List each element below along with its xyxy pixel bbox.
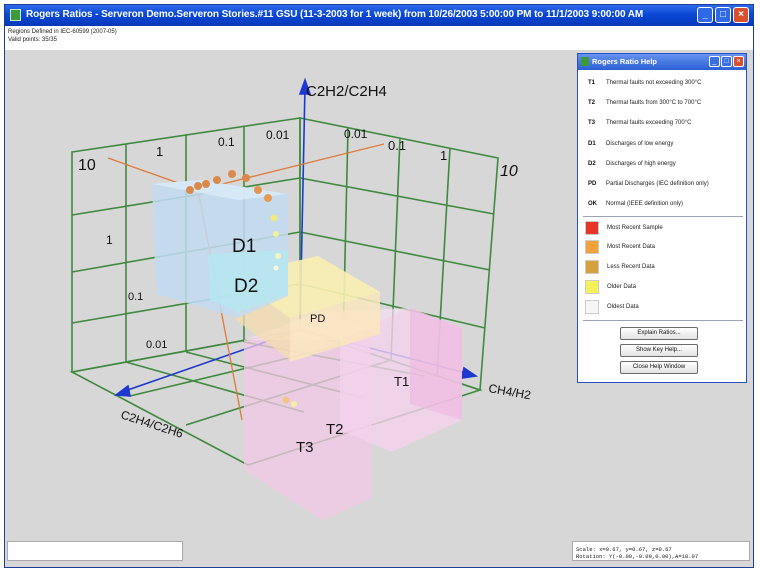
- code-label: T3: [588, 120, 596, 126]
- code-description: Discharges of high energy: [606, 161, 676, 167]
- sample-point: [291, 401, 297, 407]
- legend-row: Older Data: [585, 280, 636, 294]
- legend-row: Most Recent Sample: [585, 221, 663, 235]
- code-label: T1: [588, 80, 596, 86]
- sample-point: [270, 214, 278, 222]
- legend-swatch: [585, 260, 599, 274]
- region-label-d1: D1: [232, 236, 256, 257]
- close-help-window-button[interactable]: Close Help Window: [620, 361, 698, 374]
- sample-point: [273, 265, 279, 271]
- legend-row: Less Recent Data: [585, 260, 655, 274]
- help-app-icon: [581, 57, 589, 66]
- legend-swatch: [585, 300, 599, 314]
- code-row-d2: D2 Discharges of high energy: [588, 158, 676, 170]
- region-label-t3: T3: [296, 439, 314, 456]
- sample-point: [228, 170, 236, 178]
- tick-label: 1: [156, 144, 163, 159]
- code-description: Thermal faults not exceeding 300°C: [606, 80, 702, 86]
- tick-label: 0.1: [128, 291, 143, 303]
- tick-label: 0.01: [344, 127, 368, 141]
- help-title: Rogers Ratio Help: [592, 57, 658, 66]
- legend-label: Most Recent Data: [607, 244, 656, 250]
- region-label-d2: D2: [234, 276, 258, 297]
- legend-label: Less Recent Data: [607, 264, 655, 270]
- region-label-t2: T2: [326, 421, 344, 438]
- explain-ratios-button[interactable]: Explain Ratios...: [620, 327, 698, 340]
- legend-label: Oldest Data: [607, 304, 639, 310]
- axis-label-c2h4-c2h6: C2H4/C2H6: [119, 408, 185, 441]
- sample-point: [202, 180, 210, 188]
- code-label: D1: [588, 141, 596, 147]
- axis-label-ch4-h2: CH4/H2: [487, 381, 532, 402]
- code-row-t1: T1 Thermal faults not exceeding 300°C: [588, 77, 701, 89]
- tick-label: 0.1: [388, 138, 406, 153]
- help-maximize-button[interactable]: □: [721, 56, 732, 67]
- legend-row: Oldest Data: [585, 300, 639, 314]
- help-close-button[interactable]: ×: [733, 56, 744, 67]
- legend-swatch: [585, 280, 599, 294]
- help-title-bar[interactable]: Rogers Ratio Help _ □ ×: [578, 54, 746, 70]
- sample-point: [186, 186, 194, 194]
- code-label: D2: [588, 161, 596, 167]
- status-field-right: Scale: x=0.67, y=0.67, z=0.67 Rotation: …: [572, 541, 750, 561]
- tick-label: 1: [106, 233, 113, 247]
- legend-row: Most Recent Data: [585, 240, 655, 254]
- tick-label: 0.01: [266, 128, 290, 142]
- legend-swatch: [585, 240, 599, 254]
- sample-point: [242, 174, 250, 182]
- tick-label: 1: [440, 148, 447, 163]
- legend-label: Older Data: [607, 284, 637, 290]
- code-row-d1: D1 Discharges of low energy: [588, 138, 673, 150]
- show-key-help-button[interactable]: Show Key Help...: [620, 344, 698, 357]
- scale-readout: Scale: x=0.67, y=0.67, z=0.67: [576, 546, 672, 553]
- sample-point: [264, 194, 272, 202]
- code-label: T2: [588, 100, 596, 106]
- code-row-ok: OK Normal (IEEE definition only): [588, 198, 683, 210]
- legend-swatch: [585, 221, 599, 235]
- tick-label: 10: [78, 157, 96, 174]
- code-row-t3: T3 Thermal faults exceeding 700°C: [588, 117, 691, 129]
- tick-label: 0.1: [218, 135, 235, 149]
- status-field-left: [7, 541, 183, 561]
- rotation-readout: Rotation: Y(-0.00,-0.00,0.00),A=18.07: [576, 553, 699, 560]
- legend-label: Most Recent Sample: [607, 225, 663, 231]
- sample-point: [273, 231, 279, 237]
- sample-point: [213, 176, 221, 184]
- sample-point: [282, 396, 290, 404]
- axis-label-c2h2-c2h4: C2H2/C2H4: [306, 83, 387, 100]
- region-label-t1: T1: [394, 374, 409, 389]
- code-row-t2: T2 Thermal faults from 300°C to 700°C: [588, 97, 701, 109]
- region-label-pd: PD: [310, 313, 325, 325]
- divider: [583, 216, 743, 217]
- sample-point: [194, 182, 202, 190]
- help-minimize-button[interactable]: _: [709, 56, 720, 67]
- tick-label: 10: [500, 163, 518, 180]
- code-row-pd: PD Partial Discharges (IEC definition on…: [588, 178, 709, 190]
- help-window: Rogers Ratio Help _ □ × T1 Thermal fault…: [577, 53, 747, 383]
- code-description: Discharges of low energy: [606, 141, 674, 147]
- code-description: Partial Discharges (IEC definition only): [606, 181, 709, 187]
- tick-label: 0.01: [146, 339, 167, 351]
- divider: [583, 320, 743, 321]
- sample-point: [254, 186, 262, 194]
- code-description: Thermal faults exceeding 700°C: [606, 120, 692, 126]
- code-label: PD: [588, 181, 597, 187]
- sample-point: [275, 253, 281, 259]
- code-label: OK: [588, 201, 597, 207]
- code-description: Normal (IEEE definition only): [606, 201, 684, 207]
- code-description: Thermal faults from 300°C to 700°C: [606, 100, 702, 106]
